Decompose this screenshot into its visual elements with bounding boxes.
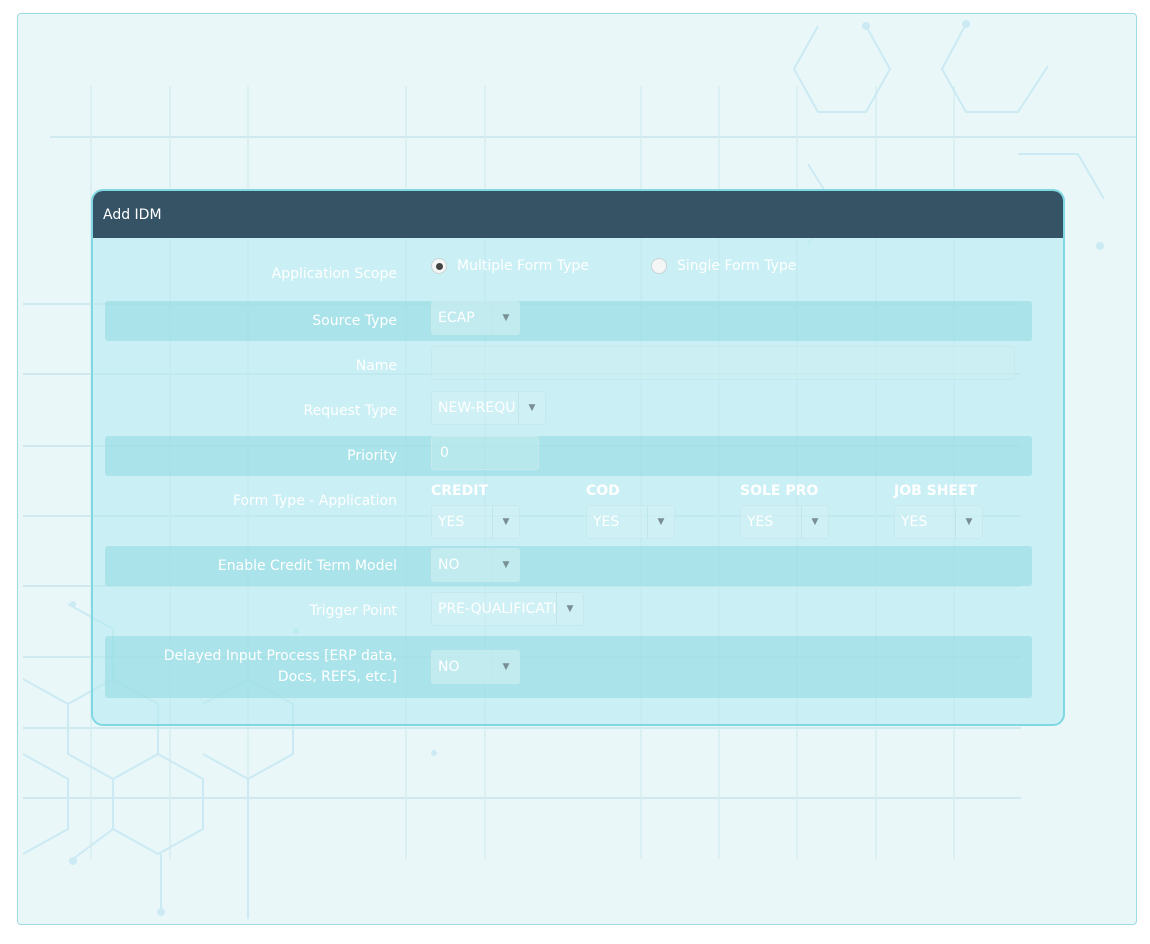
form-type-cod-value: YES: [593, 514, 620, 530]
form-type-cod-header: COD: [586, 483, 620, 499]
enable-credit-term-model-select[interactable]: NO ▼: [431, 548, 520, 582]
enable-credit-term-model-label: Enable Credit Term Model: [217, 558, 397, 574]
delayed-input-process-label: Delayed Input Process [ERP data, Docs, R…: [105, 646, 397, 688]
radio-icon: [431, 258, 447, 274]
priority-input[interactable]: 0: [431, 436, 539, 470]
add-idm-dialog: Add IDM Application Scope Multiple Form …: [91, 189, 1065, 726]
radio-multiple-form-type[interactable]: Multiple Form Type: [431, 258, 589, 274]
form-type-job-sheet-select[interactable]: YES ▼: [894, 505, 983, 539]
radio-label-multiple: Multiple Form Type: [457, 258, 589, 274]
request-type-label: Request Type: [303, 403, 397, 419]
form-type-sole-pro-value: YES: [747, 514, 774, 530]
caret-down-icon: ▼: [647, 506, 674, 538]
form-type-credit-header: CREDIT: [431, 483, 488, 499]
caret-down-icon: ▼: [492, 549, 519, 581]
row-name: Name: [105, 346, 1032, 386]
delayed-input-process-label-line1: Delayed Input Process [ERP data,: [163, 648, 397, 664]
caret-down-icon: ▼: [518, 392, 545, 424]
source-type-value: ECAP: [438, 310, 475, 326]
dialog-header: Add IDM: [93, 191, 1063, 238]
caret-down-icon: ▼: [801, 506, 828, 538]
form-type-job-sheet-value: YES: [901, 514, 928, 530]
form-type-label: Form Type - Application: [232, 493, 397, 509]
delayed-input-process-select[interactable]: NO ▼: [431, 650, 520, 684]
form-type-sole-pro-select[interactable]: YES ▼: [740, 505, 829, 539]
source-type-label: Source Type: [312, 313, 397, 329]
radio-label-single: Single Form Type: [677, 258, 797, 274]
form-type-cod-select[interactable]: YES ▼: [586, 505, 675, 539]
dialog-title: Add IDM: [103, 206, 162, 223]
caret-down-icon: ▼: [492, 302, 519, 334]
row-delayed-input-process: Delayed Input Process [ERP data, Docs, R…: [105, 636, 1032, 698]
trigger-point-select[interactable]: PRE-QUALIFICATI ▼: [431, 592, 584, 626]
radio-single-form-type[interactable]: Single Form Type: [651, 258, 796, 274]
application-scope-label: Application Scope: [271, 266, 397, 282]
delayed-input-process-value: NO: [438, 659, 460, 675]
radio-icon: [651, 258, 667, 274]
request-type-select[interactable]: NEW-REQU ▼: [431, 391, 546, 425]
row-source-type: Source Type ECAP ▼: [105, 301, 1032, 341]
caret-down-icon: ▼: [492, 506, 519, 538]
trigger-point-value: PRE-QUALIFICATI: [438, 601, 556, 617]
priority-label: Priority: [347, 448, 397, 464]
name-label: Name: [355, 358, 397, 374]
caret-down-icon: ▼: [955, 506, 982, 538]
form-type-sole-pro-header: SOLE PRO: [740, 483, 819, 499]
source-type-select[interactable]: ECAP ▼: [431, 301, 520, 335]
caret-down-icon: ▼: [492, 651, 519, 683]
row-trigger-point: Trigger Point PRE-QUALIFICATI ▼: [105, 591, 1032, 631]
form-type-job-sheet-header: JOB SHEET: [894, 483, 978, 499]
caret-down-icon: ▼: [556, 593, 583, 625]
row-request-type: Request Type NEW-REQU ▼: [105, 391, 1032, 431]
row-enable-credit-term-model: Enable Credit Term Model NO ▼: [105, 546, 1032, 586]
delayed-input-process-label-line2: Docs, REFS, etc.]: [277, 669, 397, 685]
row-application-scope: Application Scope Multiple Form Type Sin…: [105, 252, 1032, 292]
form-type-credit-value: YES: [438, 514, 465, 530]
form-type-credit-select[interactable]: YES ▼: [431, 505, 520, 539]
row-form-type: Form Type - Application CREDIT YES ▼ COD…: [105, 481, 1032, 541]
trigger-point-label: Trigger Point: [309, 603, 398, 619]
row-priority: Priority 0: [105, 436, 1032, 476]
request-type-value: NEW-REQU: [438, 400, 516, 416]
enable-credit-term-model-value: NO: [438, 557, 460, 573]
name-input[interactable]: [431, 346, 1015, 380]
